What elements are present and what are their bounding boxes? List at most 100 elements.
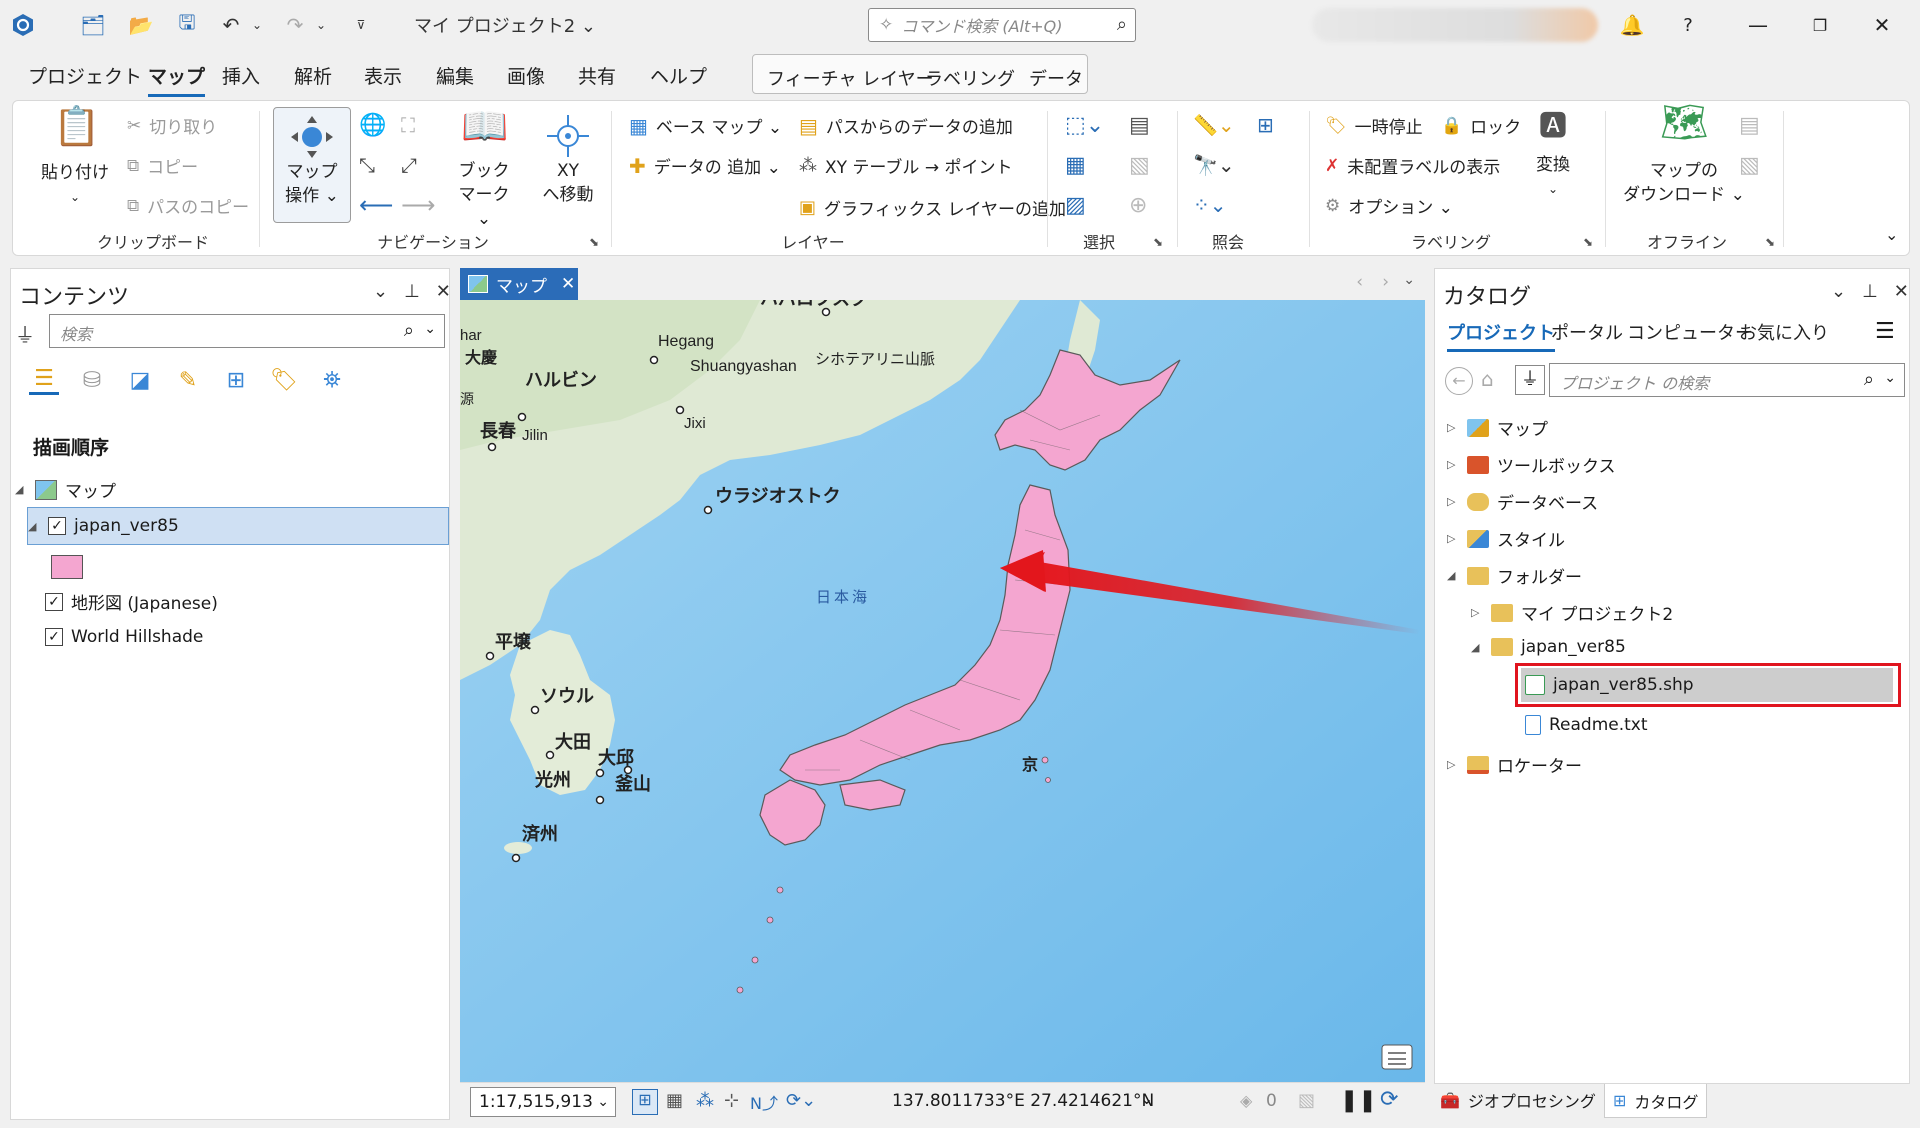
help-button[interactable]: ? [1668, 8, 1708, 42]
snapping-view-icon[interactable]: ⊞ [221, 365, 251, 395]
pin-icon[interactable]: ⊥ [404, 281, 420, 302]
refresh-icon[interactable]: ⟳ [1380, 1087, 1398, 1112]
catalog-bottom-tab[interactable]: ⊞ カタログ [1604, 1084, 1708, 1118]
dialog-launcher-icon[interactable]: ⬊ [1765, 235, 1775, 249]
add-data-button[interactable]: ✚ データの 追加 ⌄ [629, 153, 781, 179]
previous-extent-icon[interactable]: ⟵ [359, 191, 393, 219]
back-icon[interactable]: ← [1445, 367, 1473, 395]
customize-toolbar-icon[interactable]: ⊽ [352, 12, 370, 38]
tab-edit[interactable]: 編集 [436, 62, 474, 89]
cut-button[interactable]: ✂ 切り取り [127, 113, 217, 139]
catalog-tab-project[interactable]: プロジェクト [1447, 319, 1555, 352]
layer-row-japan-ver85[interactable]: ◢ ✓ japan_ver85 [27, 507, 449, 545]
undo-icon[interactable]: ↶ [216, 12, 246, 38]
redo-icon[interactable]: ↷ [280, 12, 310, 38]
chevron-down-icon[interactable]: ⌄ [1140, 1089, 1153, 1108]
convert-button[interactable]: 🅰 変換 ⌄ [1525, 112, 1581, 201]
paste-button[interactable]: 📋 貼り付け ⌄ [39, 107, 111, 209]
correction-icon[interactable]: ⟳⌄ [786, 1090, 816, 1111]
catalog-search-input[interactable]: プロジェクト の検索 ⌕ ⌄ [1549, 363, 1905, 397]
locate-icon[interactable]: ⊞ [1257, 113, 1274, 137]
constraint-icon[interactable]: ⊹ [724, 1090, 739, 1111]
catalog-item-japan-folder[interactable]: ◢ japan_ver85 [1471, 637, 1626, 657]
attribute-table-icon[interactable]: ▤ [1129, 113, 1150, 138]
dialog-launcher-icon[interactable]: ⬊ [1153, 235, 1163, 249]
tab-project[interactable]: プロジェクト [28, 62, 142, 89]
copy-button[interactable]: ⧉ コピー [127, 153, 198, 179]
minimize-icon[interactable]: — [1738, 8, 1778, 42]
catalog-item-databases[interactable]: ▷ データベース [1447, 489, 1598, 514]
tab-insert[interactable]: 挿入 [222, 62, 260, 89]
map-tree-node[interactable]: ◢ マップ [15, 477, 116, 502]
selection-view-icon[interactable]: ◪ [125, 365, 155, 395]
restore-icon[interactable]: ❐ [1800, 8, 1840, 42]
close-tab-icon[interactable]: ✕ [561, 274, 575, 294]
measure-icon[interactable]: 📏⌄ [1193, 113, 1235, 137]
editing-view-icon[interactable]: ✎ [173, 365, 203, 395]
catalog-item-toolboxes[interactable]: ▷ ツールボックス [1447, 452, 1616, 477]
map-view-tab[interactable]: マップ ✕ [460, 268, 578, 300]
ribbon-collapse-icon[interactable]: ⌄ [1885, 225, 1898, 244]
close-pane-icon[interactable]: ✕ [436, 281, 451, 302]
zoom-to-selected-icon[interactable]: ⊕ [1129, 193, 1147, 218]
save-project-icon[interactable]: 🖫 [172, 10, 202, 38]
filter-icon[interactable]: ⏚ [1515, 365, 1545, 395]
pin-icon[interactable]: ⊥ [1862, 281, 1878, 302]
layer-symbol-swatch[interactable] [51, 555, 83, 579]
download-map-button[interactable]: 🗺 マップの ダウンロード ⌄ [1619, 103, 1749, 207]
catalog-tab-computer[interactable]: コンピューター [1627, 319, 1753, 345]
expand-triangle-icon[interactable]: ◢ [15, 483, 27, 496]
chevron-down-icon[interactable]: ⌄ [424, 321, 436, 337]
select-by-location-icon[interactable]: ▨ [1065, 193, 1086, 218]
remove-offline-icon[interactable]: ▧ [1739, 153, 1760, 178]
sync-icon[interactable]: ▤ [1739, 113, 1760, 138]
basemap-button[interactable]: ▦ ベース マップ ⌄ [629, 113, 782, 139]
binoculars-icon[interactable]: 🔭⌄ [1193, 153, 1235, 177]
user-account-blurred[interactable] [1312, 8, 1598, 42]
table-icon[interactable]: ▦ [666, 1090, 683, 1111]
notification-bell-icon[interactable]: 🔔 [1612, 8, 1652, 42]
expand-triangle-icon[interactable]: ▷ [1471, 606, 1483, 619]
scroll-left-icon[interactable]: ‹ [1356, 272, 1363, 292]
tab-data[interactable]: データ [1029, 65, 1083, 91]
drawing-order-icon[interactable]: ☰ [29, 365, 59, 395]
filter-icon[interactable]: ⏚ [15, 319, 35, 348]
north-arrow-icon[interactable]: N⤴ [750, 1090, 778, 1114]
bookmarks-button[interactable]: 📖 ブック マーク ⌄ [449, 107, 519, 231]
expand-triangle-icon[interactable]: ▷ [1447, 532, 1459, 545]
pane-menu-icon[interactable]: ⌄ [373, 281, 388, 302]
expand-triangle-icon[interactable]: ▷ [1447, 458, 1459, 471]
new-project-icon[interactable]: 🗂 [78, 12, 108, 38]
pause-drawing-icon[interactable]: ❚❚ [1340, 1088, 1377, 1113]
full-extent-icon[interactable]: 🌐 [359, 113, 386, 138]
xy-table-to-point-button[interactable]: ⁂ XY テーブル → ポイント [799, 153, 1012, 178]
zoom-to-selection-icon[interactable]: ⛶ [401, 113, 415, 137]
close-pane-icon[interactable]: ✕ [1894, 281, 1909, 302]
dialog-launcher-icon[interactable]: ⬊ [1583, 235, 1593, 249]
collapse-triangle-icon[interactable]: ◢ [1447, 569, 1459, 582]
layer-visibility-checkbox[interactable]: ✓ [45, 628, 63, 646]
labeling-options-button[interactable]: ⚙ オプション ⌄ [1325, 193, 1453, 219]
tab-share[interactable]: 共有 [578, 62, 616, 89]
expand-triangle-icon[interactable]: ◢ [28, 520, 40, 533]
overview-toggle-icon[interactable] [1381, 1044, 1413, 1070]
pane-menu-icon[interactable]: ⌄ [1831, 281, 1846, 302]
tab-list-icon[interactable]: ⌄ [1403, 272, 1415, 288]
collapse-triangle-icon[interactable]: ◢ [1471, 641, 1483, 654]
catalog-item-folders[interactable]: ◢ フォルダー [1447, 563, 1582, 588]
geoprocessing-tab[interactable]: 🧰 ジオプロセシング [1440, 1088, 1596, 1112]
layer-visibility-checkbox[interactable]: ✓ [45, 592, 63, 611]
tab-map[interactable]: マップ [148, 62, 206, 97]
open-project-icon[interactable]: 📂 [126, 12, 156, 38]
redo-dropdown-icon[interactable]: ⌄ [312, 12, 330, 38]
scroll-right-icon[interactable]: › [1382, 272, 1389, 292]
layer-row-hillshade[interactable]: ✓ World Hillshade [45, 627, 203, 647]
grid-toggle-icon[interactable]: ⊞ [632, 1089, 658, 1115]
data-source-icon[interactable]: ⛁ [77, 365, 107, 395]
dialog-launcher-icon[interactable]: ⬊ [589, 235, 599, 249]
lock-labels-button[interactable]: 🔒 ロック [1441, 113, 1521, 139]
map-canvas[interactable]: har 大慶 ハルビン 源 長春 Jilin Hegang Shuangyash… [460, 300, 1425, 1082]
clear-selection-icon[interactable]: ▧ [1129, 153, 1150, 178]
pause-labeling-button[interactable]: 🏷 一時停止 [1325, 113, 1423, 139]
infographics-icon[interactable]: ⁘⌄ [1193, 193, 1227, 217]
